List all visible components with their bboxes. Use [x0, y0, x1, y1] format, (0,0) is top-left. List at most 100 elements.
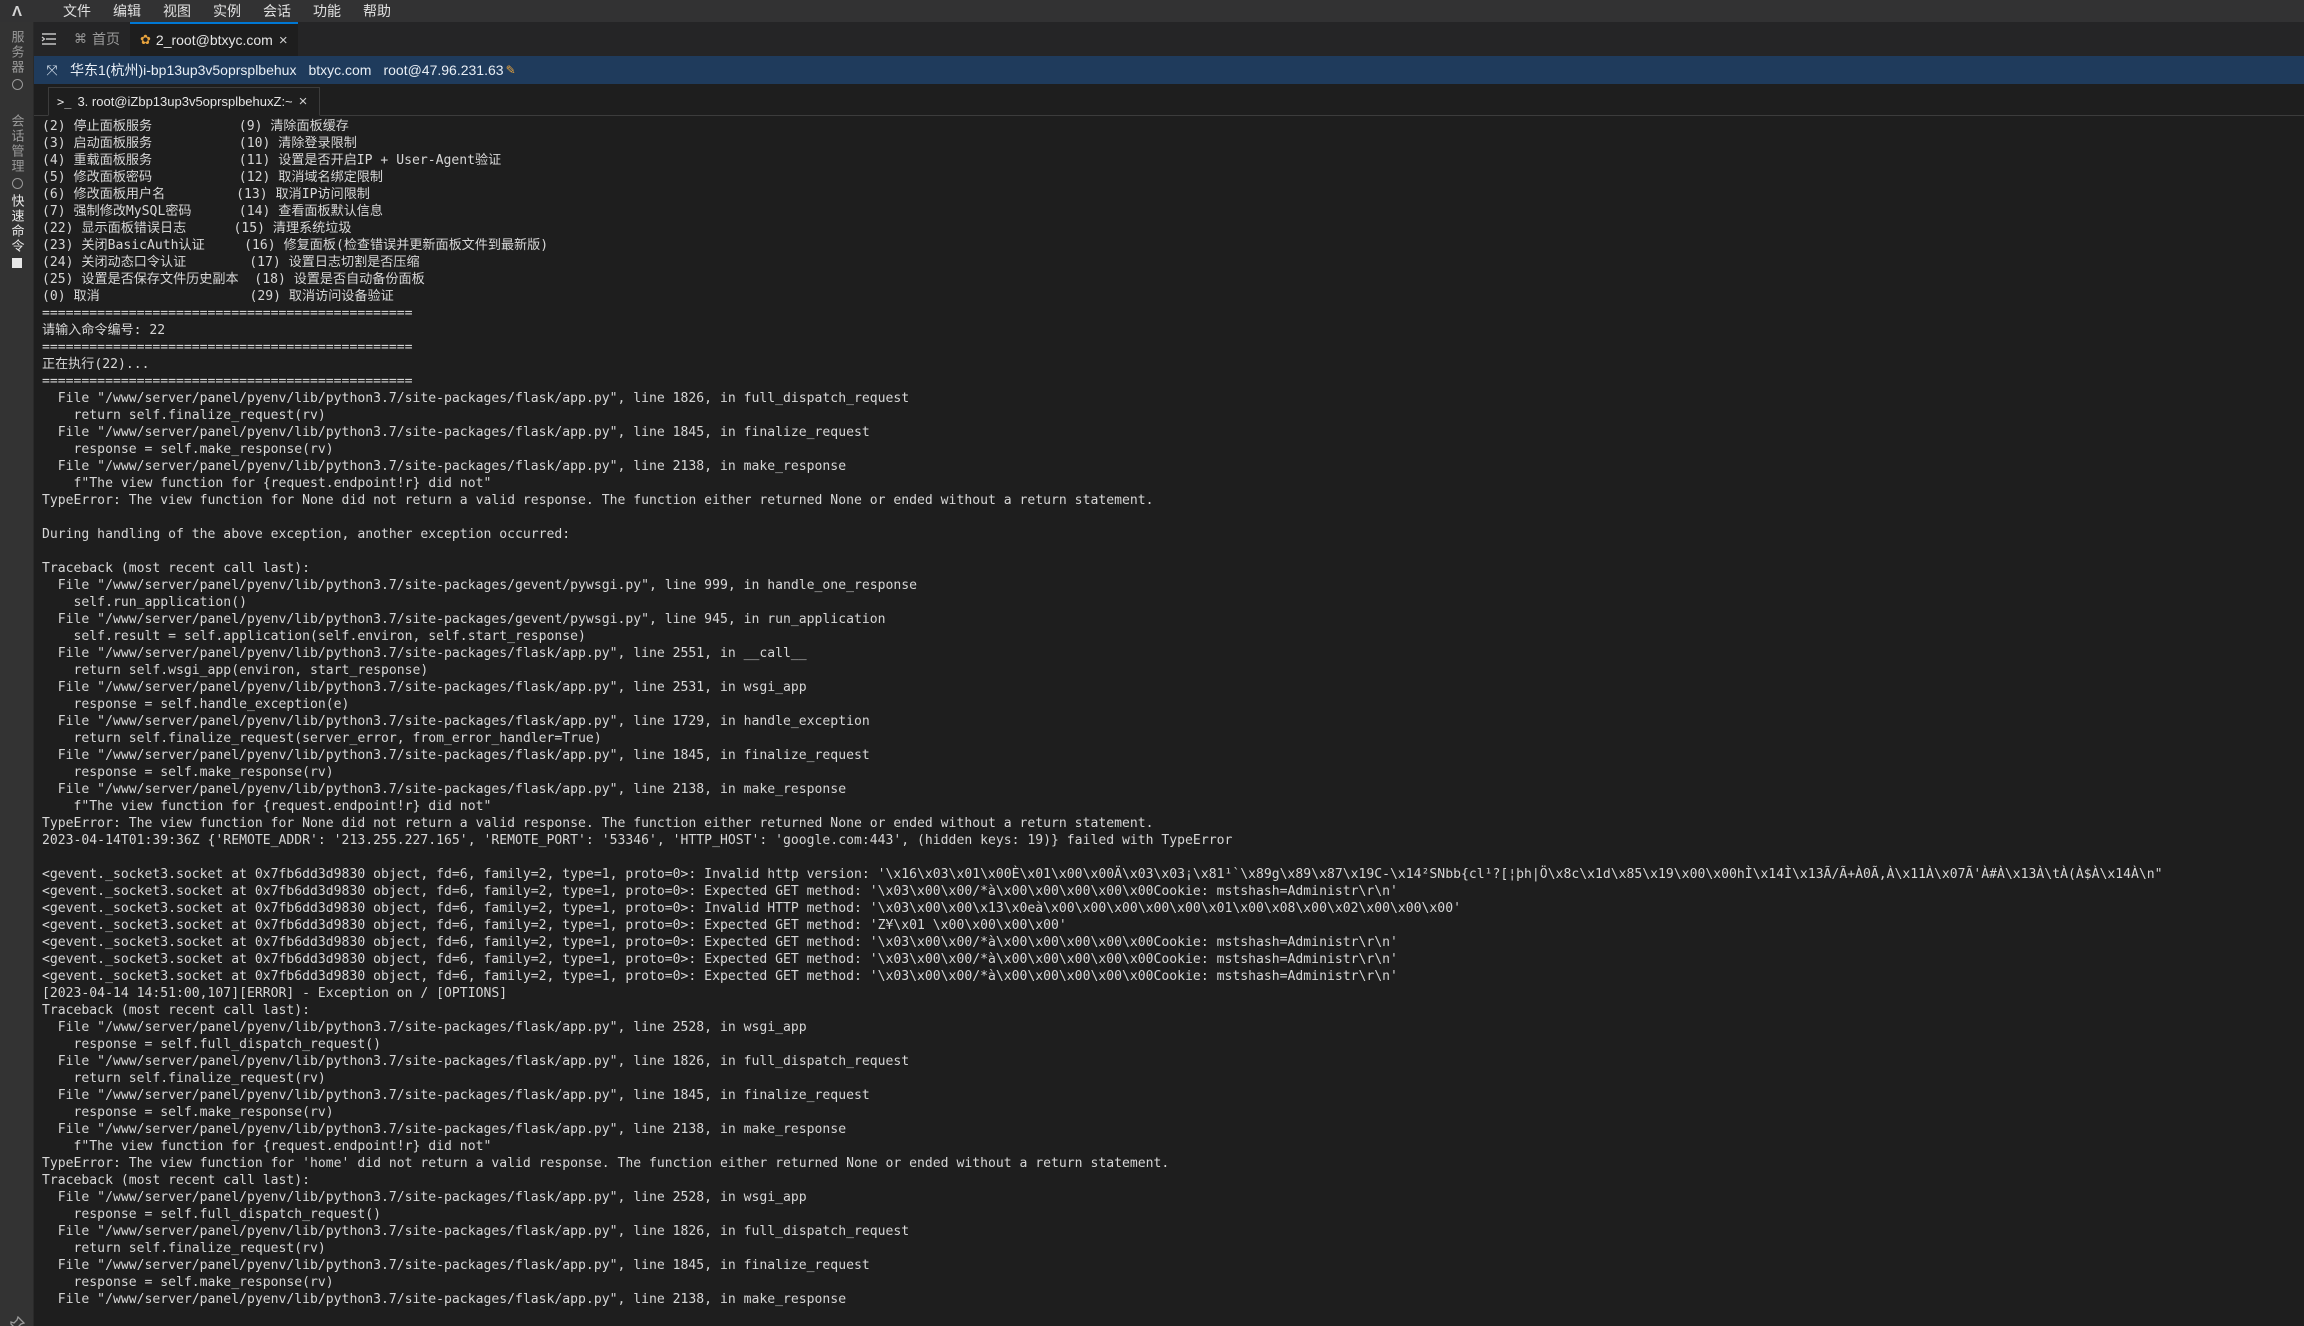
- terminal-tab[interactable]: >_ 3. root@iZbp13up3v5oprsplbehuxZ:~ ×: [48, 87, 321, 116]
- terminal-pane[interactable]: (2) 停止面板服务 (9) 清除面板缓存 (3) 启动面板服务 (10) 清除登…: [34, 118, 2304, 1326]
- terminal-line: f"The view function for {request.endpoin…: [42, 476, 492, 491]
- terminal-line: return self.finalize_request(rv): [42, 1071, 326, 1086]
- terminal-line: return self.wsgi_app(environ, start_resp…: [42, 663, 429, 678]
- terminal-line: File "/www/server/panel/pyenv/lib/python…: [42, 425, 870, 440]
- sidebar-tab-label: 服务器: [9, 30, 25, 75]
- terminal-line: (23) 关闭BasicAuth认证 (16) 修复面板(检查错误并更新面板文件…: [42, 238, 549, 253]
- terminal-line: ========================================…: [42, 306, 413, 321]
- terminal-line: (3) 启动面板服务 (10) 清除登录限制: [42, 136, 357, 151]
- terminal-line: Traceback (most recent call last):: [42, 1173, 311, 1188]
- terminal-line: <gevent._socket3.socket at 0x7fb6dd3d983…: [42, 952, 1398, 967]
- terminal-line: (25) 设置是否保存文件历史副本 (18) 设置是否自动备份面板: [42, 272, 425, 287]
- menu-bar: Λ 文件 编辑 视图 实例 会话 功能 帮助: [0, 0, 2304, 22]
- sidebar-tab-servers[interactable]: 服务器: [5, 30, 29, 90]
- menu-session[interactable]: 会话: [252, 0, 302, 22]
- terminal-line: File "/www/server/panel/pyenv/lib/python…: [42, 782, 847, 797]
- terminal-line: (22) 显示面板错误日志 (15) 清理系统垃圾: [42, 221, 352, 236]
- terminal-line: 请输入命令编号: 22: [42, 323, 166, 338]
- terminal-line: response = self.make_response(rv): [42, 1275, 334, 1290]
- close-terminal-tab-icon[interactable]: ×: [299, 93, 308, 110]
- menu-features[interactable]: 功能: [302, 0, 352, 22]
- connection-info-bar: ⤧ 华东1(杭州)i-bp13up3v5oprsplbehux btxyc.co…: [34, 56, 2304, 84]
- terminal-line: File "/www/server/panel/pyenv/lib/python…: [42, 1224, 910, 1239]
- terminal-line: File "/www/server/panel/pyenv/lib/python…: [42, 680, 807, 695]
- menu-edit[interactable]: 编辑: [102, 0, 152, 22]
- terminal-line: File "/www/server/panel/pyenv/lib/python…: [42, 1122, 847, 1137]
- terminal-line: <gevent._socket3.socket at 0x7fb6dd3d983…: [42, 867, 2163, 882]
- tab-list-toggle[interactable]: [34, 22, 64, 56]
- terminal-line: response = self.make_response(rv): [42, 765, 334, 780]
- tab-home[interactable]: ⌘ 首页: [64, 22, 130, 56]
- server-icon: ✿: [140, 32, 151, 47]
- terminal-line: return self.finalize_request(rv): [42, 1241, 326, 1256]
- sidebar-tab-label: 会话管理: [9, 114, 25, 174]
- terminal-line: response = self.full_dispatch_request(): [42, 1207, 381, 1222]
- server-icon: [11, 79, 23, 90]
- terminal-line: During handling of the above exception, …: [42, 527, 571, 542]
- sidebar-tab-label: 快速命令: [9, 194, 25, 254]
- terminal-line: self.result = self.application(self.envi…: [42, 629, 586, 644]
- terminal-line: (2) 停止面板服务 (9) 清除面板缓存: [42, 119, 349, 134]
- terminal-line: File "/www/server/panel/pyenv/lib/python…: [42, 1088, 870, 1103]
- link-icon[interactable]: ✎: [506, 63, 516, 77]
- terminal-line: File "/www/server/panel/pyenv/lib/python…: [42, 1258, 870, 1273]
- close-tab-icon[interactable]: ×: [279, 32, 288, 49]
- terminal-line: Traceback (most recent call last):: [42, 1003, 311, 1018]
- terminal-line: 2023-04-14T01:39:36Z {'REMOTE_ADDR': '21…: [42, 833, 1233, 848]
- terminal-line: f"The view function for {request.endpoin…: [42, 1139, 492, 1154]
- instance-host: btxyc.com: [308, 62, 372, 78]
- menu-instance[interactable]: 实例: [202, 0, 252, 22]
- expand-icon[interactable]: ⤧: [34, 62, 70, 79]
- terminal-line: <gevent._socket3.socket at 0x7fb6dd3d983…: [42, 918, 1067, 933]
- pin-icon[interactable]: [9, 1316, 25, 1326]
- terminal-line: TypeError: The view function for 'home' …: [42, 1156, 1170, 1171]
- terminal-line: return self.finalize_request(server_erro…: [42, 731, 602, 746]
- terminal-line: self.run_application(): [42, 595, 247, 610]
- terminal-line: ========================================…: [42, 374, 413, 389]
- terminal-line: (24) 关闭动态口令认证 (17) 设置日志切割是否压缩: [42, 255, 420, 270]
- terminal-line: (7) 强制修改MySQL密码 (14) 查看面板默认信息: [42, 204, 383, 219]
- terminal-tab-bar: >_ 3. root@iZbp13up3v5oprsplbehuxZ:~ ×: [34, 84, 2304, 116]
- tab-session-btxyc[interactable]: ✿ 2_root@btxyc.com ×: [130, 22, 298, 56]
- terminal-line: File "/www/server/panel/pyenv/lib/python…: [42, 612, 886, 627]
- sidebar-tab-quick-commands[interactable]: 快速命令: [5, 194, 29, 268]
- app-logo-icon[interactable]: Λ: [0, 0, 34, 22]
- sidebar-tab-sessions[interactable]: 会话管理: [5, 114, 29, 189]
- terminal-line: File "/www/server/panel/pyenv/lib/python…: [42, 1292, 847, 1307]
- menu-view[interactable]: 视图: [152, 0, 202, 22]
- terminal-line: File "/www/server/panel/pyenv/lib/python…: [42, 1054, 910, 1069]
- terminal-line: (6) 修改面板用户名 (13) 取消IP访问限制: [42, 187, 370, 202]
- terminal-line: [2023-04-14 14:51:00,107][ERROR] - Excep…: [42, 986, 508, 1001]
- activity-sidebar: 服务器 会话管理 快速命令: [0, 22, 34, 1326]
- terminal-line: File "/www/server/panel/pyenv/lib/python…: [42, 748, 870, 763]
- terminal-icon: >_: [57, 94, 72, 109]
- terminal-line: response = self.full_dispatch_request(): [42, 1037, 381, 1052]
- terminal-line: <gevent._socket3.socket at 0x7fb6dd3d983…: [42, 935, 1398, 950]
- terminal-line: f"The view function for {request.endpoin…: [42, 799, 492, 814]
- terminal-line: (4) 重载面板服务 (11) 设置是否开启IP + User-Agent验证: [42, 153, 502, 168]
- terminal-line: <gevent._socket3.socket at 0x7fb6dd3d983…: [42, 969, 1398, 984]
- terminal-line: File "/www/server/panel/pyenv/lib/python…: [42, 459, 847, 474]
- terminal-line: Traceback (most recent call last):: [42, 561, 311, 576]
- terminal-line: File "/www/server/panel/pyenv/lib/python…: [42, 714, 870, 729]
- menu-file[interactable]: 文件: [52, 0, 102, 22]
- terminal-line: File "/www/server/panel/pyenv/lib/python…: [42, 578, 918, 593]
- terminal-tab-label: 3. root@iZbp13up3v5oprsplbehuxZ:~: [77, 94, 293, 109]
- tab-label: 首页: [92, 31, 120, 47]
- terminal-line: <gevent._socket3.socket at 0x7fb6dd3d983…: [42, 901, 1461, 916]
- terminal-line: response = self.handle_exception(e): [42, 697, 350, 712]
- terminal-line: <gevent._socket3.socket at 0x7fb6dd3d983…: [42, 884, 1398, 899]
- terminal-line: (5) 修改面板密码 (12) 取消域名绑定限制: [42, 170, 383, 185]
- terminal-line: 正在执行(22)...: [42, 357, 150, 372]
- terminal-line: response = self.make_response(rv): [42, 442, 334, 457]
- command-icon: [12, 258, 22, 268]
- terminal-line: response = self.make_response(rv): [42, 1105, 334, 1120]
- terminal-line: return self.finalize_request(rv): [42, 408, 326, 423]
- menu-help[interactable]: 帮助: [352, 0, 402, 22]
- session-tab-bar: ⌘ 首页 ✿ 2_root@btxyc.com ×: [34, 22, 2304, 56]
- terminal-line: File "/www/server/panel/pyenv/lib/python…: [42, 391, 910, 406]
- terminal-output: (2) 停止面板服务 (9) 清除面板缓存 (3) 启动面板服务 (10) 清除登…: [42, 118, 2304, 1308]
